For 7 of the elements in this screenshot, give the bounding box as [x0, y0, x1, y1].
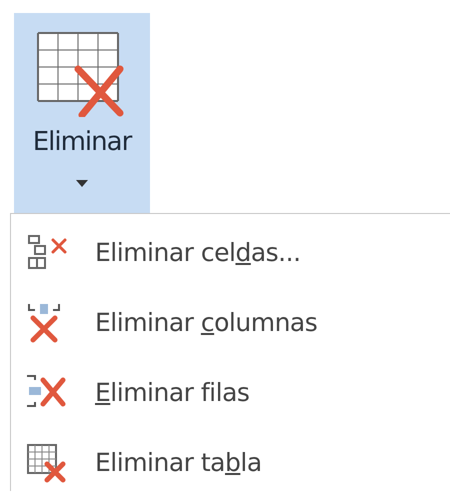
delete-button[interactable]: Eliminar — [14, 13, 150, 213]
caret-icon — [76, 180, 88, 187]
menu-item[interactable]: Eliminar filas — [11, 358, 450, 428]
menu-item[interactable]: Eliminar celdas... — [11, 218, 450, 288]
table-delete-icon — [25, 442, 67, 484]
menu-item[interactable]: Eliminar tabla — [11, 428, 450, 493]
menu-item[interactable]: Eliminar columnas — [11, 288, 450, 358]
